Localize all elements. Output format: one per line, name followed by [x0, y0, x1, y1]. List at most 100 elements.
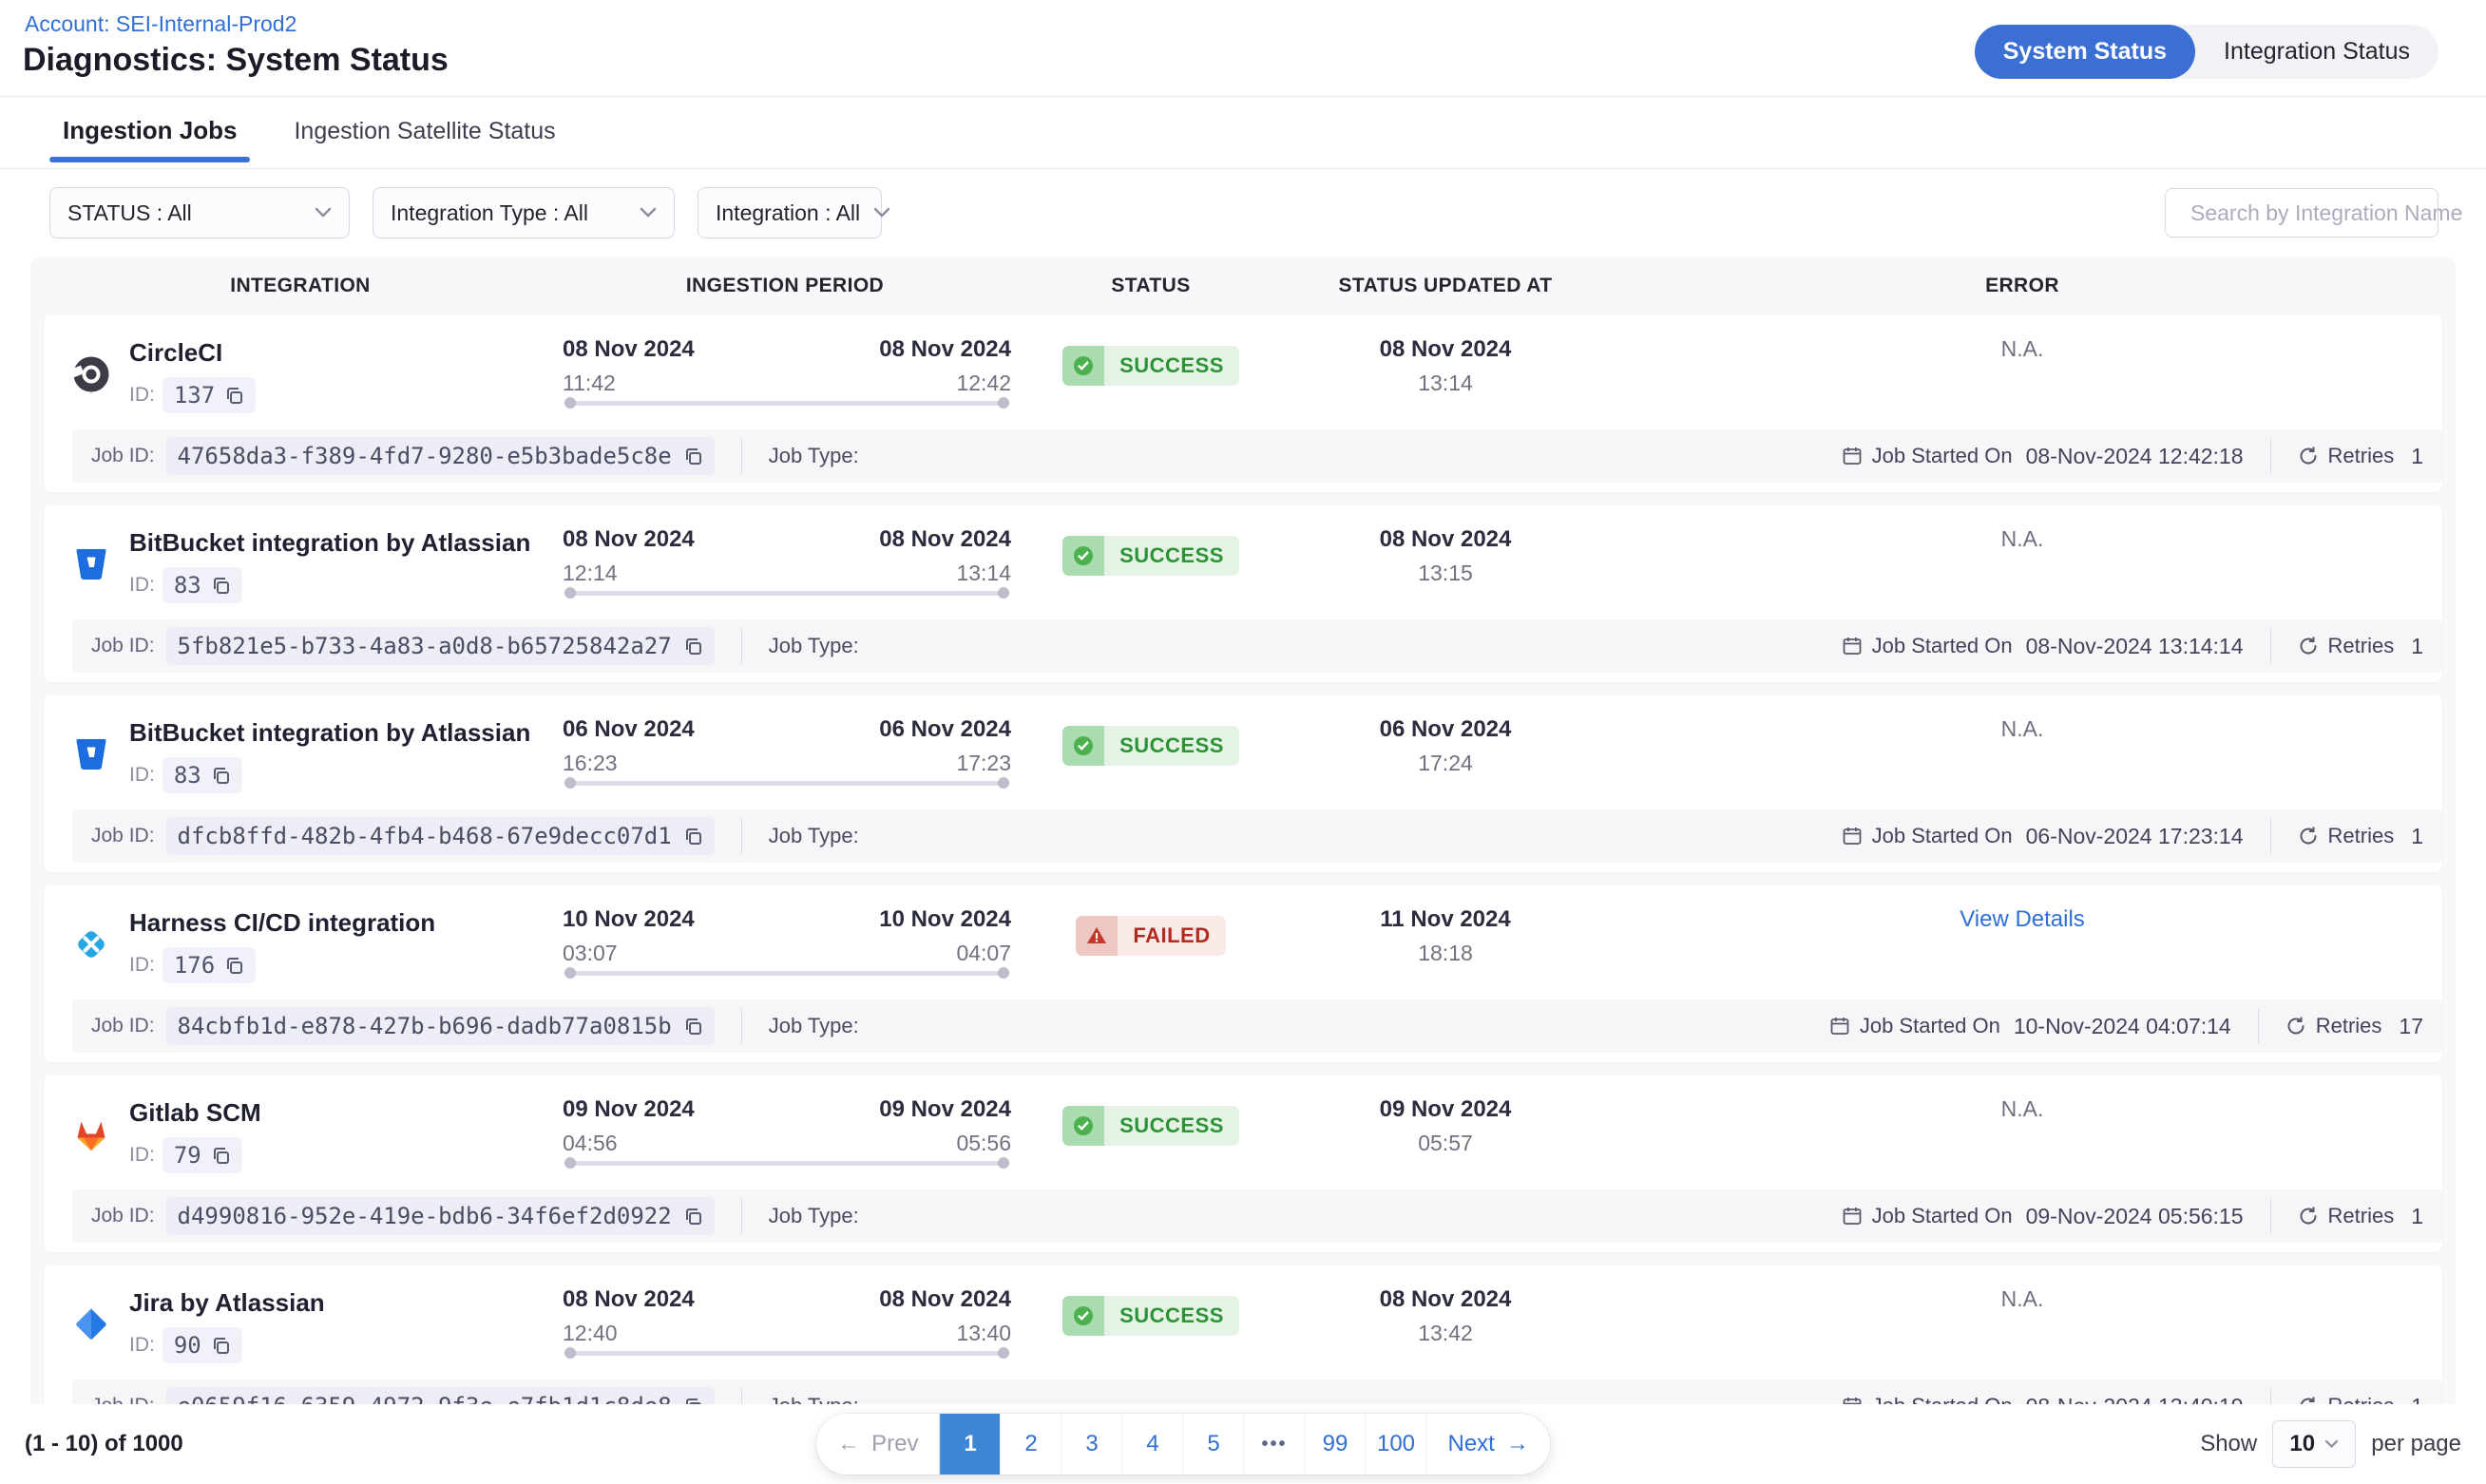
period-start-time: 12:40 — [563, 1321, 695, 1346]
job-id-value: d4990816-952e-419e-bdb6-34f6ef2d0922 — [178, 1203, 672, 1229]
tab-ingestion-satellite-status[interactable]: Ingestion Satellite Status — [280, 118, 568, 168]
period-end-time: 05:56 — [879, 1131, 1011, 1156]
system-status-toggle[interactable]: System Status — [1975, 25, 2195, 79]
job-id-label: Job ID: — [91, 445, 155, 467]
integration-name: Jira by Atlassian — [129, 1288, 325, 1318]
status-badge: FAILED — [1076, 916, 1225, 956]
gitlab-icon — [72, 1115, 110, 1153]
integration-id: 83 — [174, 572, 201, 599]
integration-id: 137 — [174, 382, 215, 409]
error-value: N.A. — [2001, 526, 2044, 551]
pagination-range: (1 - 10) of 1000 — [25, 1431, 183, 1457]
search-input[interactable] — [2190, 200, 2472, 226]
job-started-on-value: 10-Nov-2024 04:07:14 — [2014, 1014, 2231, 1039]
ingestion-period: 08 Nov 202412:40 08 Nov 202413:40 — [557, 1284, 1013, 1372]
job-started-on-label: Job Started On — [1872, 824, 2013, 848]
success-check-icon — [1062, 536, 1104, 576]
job-id-pill: dfcb8ffd-482b-4fb4-b468-67e9decc07d1 — [166, 817, 715, 855]
copy-icon[interactable] — [683, 827, 703, 847]
copy-icon[interactable] — [683, 447, 703, 466]
page-ellipsis: ••• — [1244, 1414, 1305, 1474]
page-button-2[interactable]: 2 — [1001, 1414, 1061, 1474]
next-page-button[interactable]: Next → — [1426, 1414, 1550, 1474]
tab-bar: Ingestion Jobs Ingestion Satellite Statu… — [0, 97, 2486, 169]
status-filter-dropdown[interactable]: STATUS : All — [49, 187, 350, 238]
page-button-99[interactable]: 99 — [1305, 1414, 1366, 1474]
page-size-select[interactable]: 10 — [2272, 1420, 2356, 1468]
period-end-date: 08 Nov 2024 — [879, 336, 1011, 363]
show-label: Show — [2200, 1431, 2257, 1457]
column-header-status-updated-at: STATUS UPDATED AT — [1289, 275, 1602, 297]
copy-icon[interactable] — [211, 576, 231, 596]
page-button-3[interactable]: 3 — [1061, 1414, 1122, 1474]
job-id-pill: 84cbfb1d-e878-427b-b696-dadb77a0815b — [166, 1007, 715, 1045]
job-started-on-label: Job Started On — [1872, 1204, 2013, 1228]
copy-icon[interactable] — [211, 1146, 231, 1166]
integration-id: 83 — [174, 762, 201, 789]
job-detail-strip: Job ID: 47658da3-f389-4fd7-9280-e5b3bade… — [72, 429, 2442, 483]
status-text: SUCCESS — [1104, 733, 1239, 758]
prev-page-button[interactable]: ← Prev — [816, 1414, 939, 1474]
integration-status-toggle[interactable]: Integration Status — [2195, 25, 2438, 79]
period-end-date: 06 Nov 2024 — [879, 716, 1011, 743]
page-size-value: 10 — [2289, 1431, 2315, 1457]
period-start-date: 08 Nov 2024 — [563, 336, 695, 363]
ingestion-period: 09 Nov 202404:56 09 Nov 202405:56 — [557, 1094, 1013, 1182]
tab-ingestion-jobs[interactable]: Ingestion Jobs — [49, 116, 250, 168]
status-badge: SUCCESS — [1062, 726, 1239, 766]
period-end-date: 08 Nov 2024 — [879, 1286, 1011, 1313]
integration-id-pill: 137 — [163, 377, 256, 413]
copy-icon[interactable] — [683, 637, 703, 656]
next-arrow-icon: → — [1506, 1431, 1529, 1457]
job-started-on-value: 08-Nov-2024 12:42:18 — [2026, 444, 2244, 469]
prev-arrow-icon: ← — [837, 1431, 860, 1457]
integration-type-filter-label: Integration Type : All — [391, 200, 588, 226]
page-button-5[interactable]: 5 — [1183, 1414, 1244, 1474]
integration-type-filter-dropdown[interactable]: Integration Type : All — [373, 187, 675, 238]
copy-icon[interactable] — [211, 766, 231, 786]
status-text: SUCCESS — [1104, 543, 1239, 568]
period-progress-bar — [566, 401, 1007, 406]
view-details-link[interactable]: View Details — [1960, 906, 2085, 932]
ingestion-period: 08 Nov 202412:14 08 Nov 202413:14 — [557, 524, 1013, 612]
account-link[interactable]: Account: SEI-Internal-Prod2 — [25, 11, 296, 37]
bitbucket-icon — [72, 735, 110, 773]
job-id-pill: 5fb821e5-b733-4a83-a0d8-b65725842a27 — [166, 627, 715, 665]
period-end-time: 04:07 — [879, 941, 1011, 966]
success-check-icon — [1062, 1106, 1104, 1146]
integration-filter-dropdown[interactable]: Integration : All — [698, 187, 882, 238]
copy-icon[interactable] — [683, 1207, 703, 1227]
copy-icon[interactable] — [683, 1017, 703, 1037]
copy-icon[interactable] — [224, 956, 244, 976]
status-text: SUCCESS — [1104, 353, 1239, 378]
period-start-time: 03:07 — [563, 941, 695, 966]
period-end-time: 13:40 — [879, 1321, 1011, 1346]
job-started-on-value: 09-Nov-2024 05:56:15 — [2026, 1204, 2244, 1229]
chevron-down-icon — [873, 207, 890, 219]
period-progress-bar — [566, 1161, 1007, 1166]
page-button-1[interactable]: 1 — [940, 1414, 1001, 1474]
status-badge: SUCCESS — [1062, 1106, 1239, 1146]
period-start-time: 04:56 — [563, 1131, 695, 1156]
job-id-value: 47658da3-f389-4fd7-9280-e5b3bade5c8e — [178, 443, 672, 469]
copy-icon[interactable] — [224, 386, 244, 406]
status-badge: SUCCESS — [1062, 346, 1239, 386]
retries-value: 17 — [2399, 1014, 2423, 1039]
retries-label: Retries — [2328, 1204, 2395, 1228]
job-detail-strip: Job ID: d4990816-952e-419e-bdb6-34f6ef2d… — [72, 1189, 2442, 1243]
chevron-down-icon — [2324, 1439, 2339, 1449]
integration-name: BitBucket integration by Atlassian — [129, 528, 530, 558]
status-updated-date: 11 Nov 2024 — [1289, 906, 1602, 933]
id-label: ID: — [129, 954, 155, 977]
job-id-label: Job ID: — [91, 635, 155, 657]
table-row: Gitlab SCM ID: 79 09 Nov 202404:56 09 No… — [44, 1075, 2442, 1252]
page-button-4[interactable]: 4 — [1122, 1414, 1183, 1474]
job-id-label: Job ID: — [91, 825, 155, 847]
period-end-date: 10 Nov 2024 — [879, 906, 1011, 933]
success-check-icon — [1062, 726, 1104, 766]
jira-icon — [72, 1305, 110, 1343]
page-button-100[interactable]: 100 — [1366, 1414, 1426, 1474]
status-filter-label: STATUS : All — [67, 200, 192, 226]
copy-icon[interactable] — [211, 1336, 231, 1356]
retries-icon — [2298, 636, 2319, 656]
